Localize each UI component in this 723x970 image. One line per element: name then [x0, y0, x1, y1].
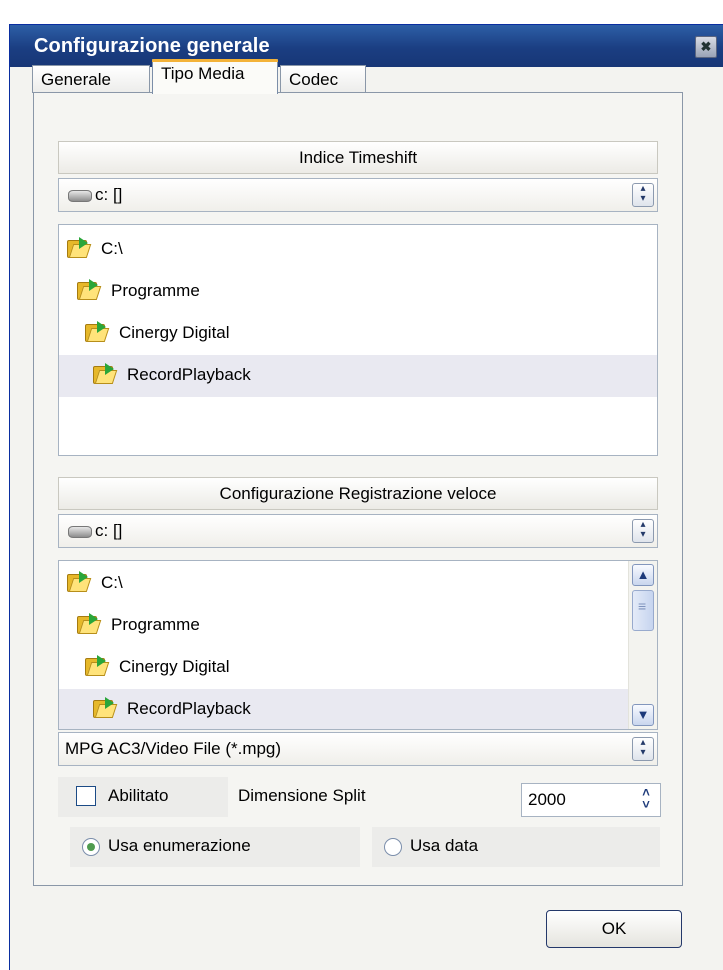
chevron-updown-icon[interactable]: ▴ ▾	[632, 737, 654, 761]
split-size-label: Dimensione Split	[238, 786, 366, 805]
tab-codec[interactable]: Codec	[280, 65, 366, 93]
timeshift-header: Indice Timeshift	[58, 141, 658, 174]
ok-button[interactable]: OK	[546, 910, 682, 948]
window-title: Configurazione generale	[34, 35, 270, 57]
tree-item-programme[interactable]: Programme	[59, 605, 629, 647]
radio-button-date[interactable]	[384, 838, 402, 856]
radio-date-label: Usa data	[410, 836, 479, 855]
folder-open-icon	[85, 655, 110, 676]
tree-item-recordplayback[interactable]: RecordPlayback	[59, 689, 629, 729]
tree-item-programme[interactable]: Programme	[59, 271, 657, 313]
spin-icon[interactable]: ˄ ˅	[638, 786, 654, 813]
chevron-updown-icon[interactable]: ▴ ▾	[632, 519, 654, 543]
tree-item-cinergy[interactable]: Cinergy Digital	[59, 647, 629, 689]
tree-item-label: Cinergy Digital	[119, 323, 230, 342]
folder-open-icon	[77, 613, 102, 634]
folder-open-icon	[85, 321, 110, 342]
tree-item-label: C:\	[101, 573, 123, 592]
scroll-down-icon[interactable]: ▼	[632, 704, 654, 726]
folder-open-icon	[93, 697, 118, 718]
tree-item-label: C:\	[101, 239, 123, 258]
tab-tipo-media[interactable]: Tipo Media	[152, 59, 278, 94]
vertical-scrollbar[interactable]: ▲ ▼	[628, 561, 657, 729]
title-bar[interactable]: Configurazione generale ✖	[10, 25, 723, 67]
tab-panel-tipo-media: Indice Timeshift c: [] ▴ ▾ C:\ Programme …	[33, 92, 683, 886]
tree-item-label: RecordPlayback	[127, 365, 251, 384]
folder-open-icon	[77, 279, 102, 300]
tree-item-root[interactable]: C:\	[59, 229, 657, 271]
split-size-stepper[interactable]: 2000 ˄ ˅	[521, 783, 661, 817]
folder-open-icon	[67, 237, 92, 258]
quickrec-folder-tree[interactable]: C:\ Programme Cinergy Digital RecordPlay…	[58, 560, 658, 730]
quickrec-drive-value: c: []	[95, 521, 123, 540]
scroll-thumb[interactable]	[632, 590, 654, 631]
radio-enumeration-label: Usa enumerazione	[108, 836, 251, 855]
timeshift-folder-tree[interactable]: C:\ Programme Cinergy Digital RecordPlay…	[58, 224, 658, 456]
tree-item-root[interactable]: C:\	[59, 563, 629, 605]
drive-icon	[68, 190, 92, 202]
tree-item-label: Programme	[111, 281, 200, 300]
timeshift-drive-value: c: []	[95, 185, 123, 204]
enabled-label: Abilitato	[108, 786, 169, 805]
file-type-select[interactable]: MPG AC3/Video File (*.mpg) ▴ ▾	[58, 732, 658, 766]
tree-item-label: RecordPlayback	[127, 699, 251, 718]
tree-item-cinergy[interactable]: Cinergy Digital	[59, 313, 657, 355]
tree-item-label: Cinergy Digital	[119, 657, 230, 676]
folder-open-icon	[67, 571, 92, 592]
folder-open-icon	[93, 363, 118, 384]
split-size-value: 2000	[528, 790, 566, 809]
enabled-checkbox[interactable]	[76, 786, 96, 806]
tree-item-recordplayback[interactable]: RecordPlayback	[59, 355, 657, 397]
radio-use-enumeration[interactable]: Usa enumerazione	[70, 827, 360, 867]
scroll-up-icon[interactable]: ▲	[632, 564, 654, 586]
chevron-updown-icon[interactable]: ▴ ▾	[632, 183, 654, 207]
radio-use-date[interactable]: Usa data	[372, 827, 660, 867]
file-type-value: MPG AC3/Video File (*.mpg)	[65, 739, 282, 758]
tree-item-label: Programme	[111, 615, 200, 634]
quickrec-header: Configurazione Registrazione veloce	[58, 477, 658, 510]
radio-button-enumeration[interactable]	[82, 838, 100, 856]
enabled-checkbox-group[interactable]: Abilitato	[58, 777, 228, 817]
quickrec-drive-select[interactable]: c: [] ▴ ▾	[58, 514, 658, 548]
close-icon[interactable]: ✖	[695, 36, 717, 58]
drive-icon	[68, 526, 92, 538]
timeshift-drive-select[interactable]: c: [] ▴ ▾	[58, 178, 658, 212]
tab-generale[interactable]: Generale	[32, 65, 150, 93]
